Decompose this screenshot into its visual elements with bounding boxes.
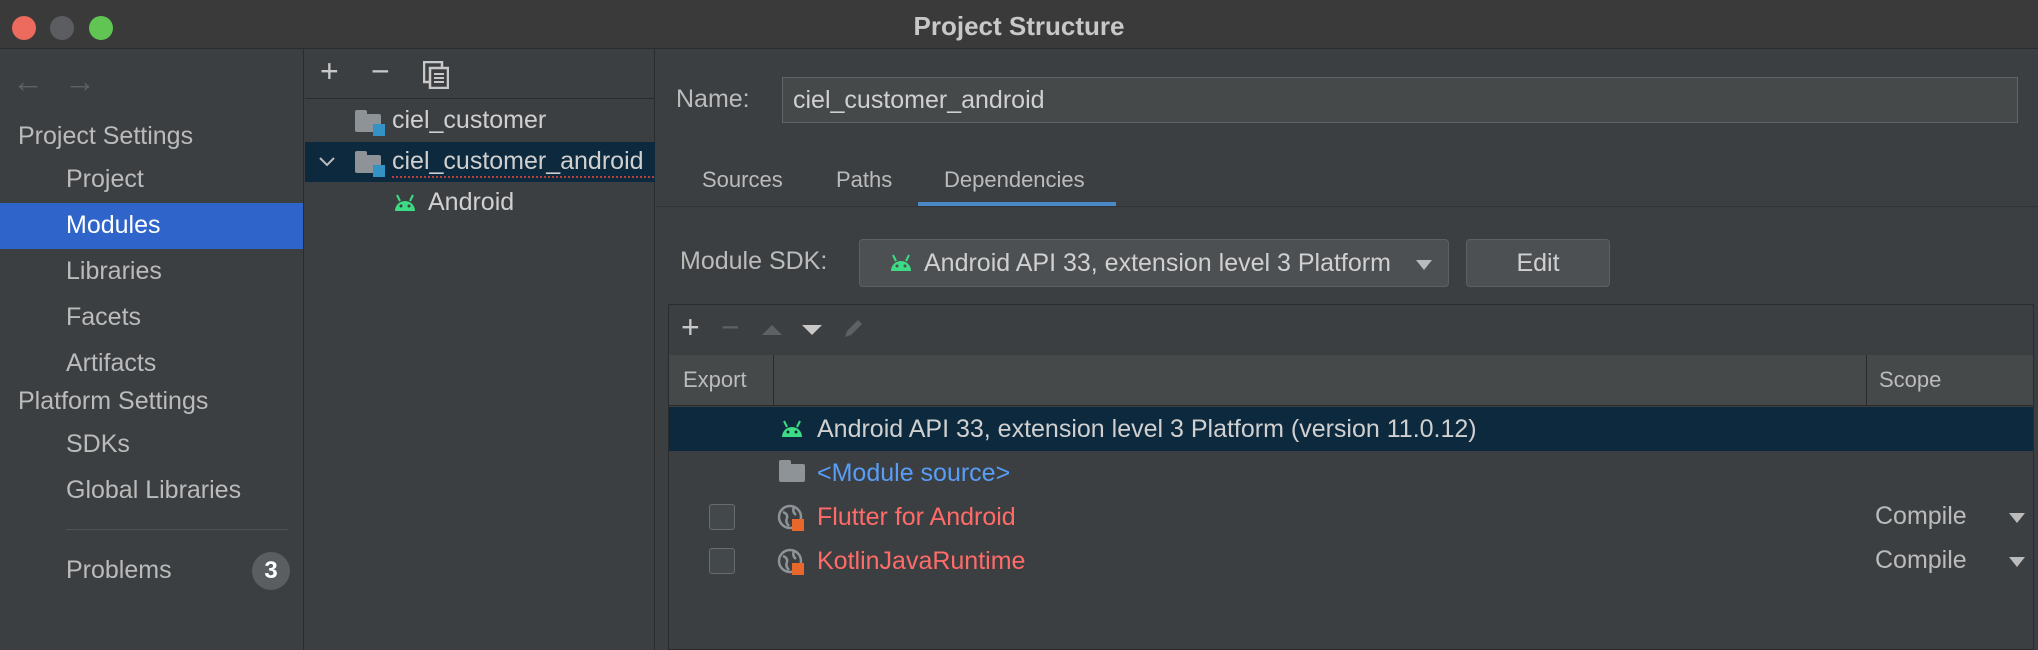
sidebar-divider [66, 529, 288, 530]
dependency-label: <Module source> [817, 459, 1011, 487]
problems-count-badge: 3 [252, 552, 290, 590]
sidebar-item-artifacts[interactable]: Artifacts [0, 341, 303, 387]
tab-dependencies[interactable]: Dependencies [944, 167, 1085, 193]
name-label: Name: [676, 85, 750, 113]
scope-dropdown[interactable]: Compile [1875, 502, 1967, 531]
library-globe-icon [777, 504, 804, 531]
android-icon [395, 194, 415, 211]
tree-row-label: Android [428, 188, 515, 216]
section-project-settings: Project Settings [18, 122, 194, 150]
sidebar-item-global-libraries[interactable]: Global Libraries [0, 468, 303, 514]
tabs-divider [656, 206, 2038, 207]
tree-row-label: ciel_customer [392, 106, 547, 134]
chevron-down-icon[interactable] [319, 156, 335, 168]
section-platform-settings: Platform Settings [18, 387, 209, 415]
export-column-header[interactable]: Export [683, 367, 747, 393]
chevron-down-icon[interactable] [2009, 557, 2025, 567]
sidebar-item-project[interactable]: Project [0, 157, 303, 203]
module-name-input[interactable]: ciel_customer_android [782, 77, 2018, 123]
back-arrow-icon[interactable]: ← [12, 63, 44, 100]
tree-row-ciel-customer[interactable]: ciel_customer [305, 101, 655, 141]
sidebar-item-sdks[interactable]: SDKs [0, 422, 303, 468]
export-checkbox[interactable] [709, 548, 735, 574]
copy-module-icon[interactable] [423, 61, 449, 89]
tab-sources[interactable]: Sources [702, 167, 783, 193]
sidebar-item-libraries[interactable]: Libraries [0, 249, 303, 295]
chevron-down-icon[interactable] [2009, 513, 2025, 523]
tree-row-label: ciel_customer_android [392, 147, 654, 178]
module-folder-icon [355, 151, 385, 177]
tab-paths[interactable]: Paths [836, 167, 892, 193]
export-checkbox[interactable] [709, 504, 735, 530]
dependency-row-flutter[interactable]: Flutter for Android Compile [669, 495, 2033, 539]
dependency-label: KotlinJavaRuntime [817, 547, 1026, 575]
move-down-icon[interactable] [801, 323, 823, 337]
android-icon [782, 420, 802, 437]
add-module-icon[interactable]: + [320, 53, 339, 90]
remove-module-icon[interactable]: − [371, 53, 390, 90]
library-globe-icon [777, 548, 804, 575]
move-up-icon[interactable] [761, 323, 783, 337]
dropdown-arrow-icon [1416, 260, 1432, 270]
module-detail-panel: Name: ciel_customer_android Sources Path… [656, 49, 2038, 650]
module-tree-panel: + − ciel_customer ciel_customer_android … [305, 49, 655, 650]
dependencies-toolbar: + − [669, 305, 2033, 356]
module-sdk-dropdown[interactable]: Android API 33, extension level 3 Platfo… [859, 239, 1449, 287]
window-title: Project Structure [913, 11, 1125, 41]
module-sdk-value: Android API 33, extension level 3 Platfo… [924, 249, 1390, 277]
remove-dependency-icon[interactable]: − [721, 309, 740, 346]
edit-sdk-button[interactable]: Edit [1466, 239, 1610, 287]
add-dependency-icon[interactable]: + [681, 309, 700, 346]
dependency-label: Android API 33, extension level 3 Platfo… [817, 415, 1477, 443]
dependencies-table-panel: + − Export Scope Android API 33, extensi… [668, 304, 2034, 650]
android-icon [891, 254, 911, 271]
module-sdk-label: Module SDK: [680, 247, 828, 275]
tree-row-android-facet[interactable]: Android [305, 183, 655, 223]
title-bar: Project Structure [0, 0, 2038, 49]
folder-icon [779, 460, 805, 482]
sidebar-item-facets[interactable]: Facets [0, 295, 303, 341]
settings-sidebar: ← → Project Settings Project Modules Lib… [0, 49, 304, 650]
sidebar-item-modules[interactable]: Modules [0, 203, 303, 249]
scope-dropdown[interactable]: Compile [1875, 546, 1967, 575]
dependencies-header: Export Scope [669, 355, 2033, 406]
scope-column-header[interactable]: Scope [1879, 367, 1941, 393]
dependency-row-android-sdk[interactable]: Android API 33, extension level 3 Platfo… [669, 407, 2033, 451]
dependency-row-module-source[interactable]: <Module source> [669, 451, 2033, 495]
module-folder-icon [355, 110, 385, 136]
dependency-row-kotlin[interactable]: KotlinJavaRuntime Compile [669, 539, 2033, 583]
forward-arrow-icon[interactable]: → [64, 63, 96, 100]
tree-row-ciel-customer-android[interactable]: ciel_customer_android [305, 142, 655, 182]
dependency-label: Flutter for Android [817, 503, 1016, 531]
edit-pencil-icon[interactable] [841, 317, 865, 341]
